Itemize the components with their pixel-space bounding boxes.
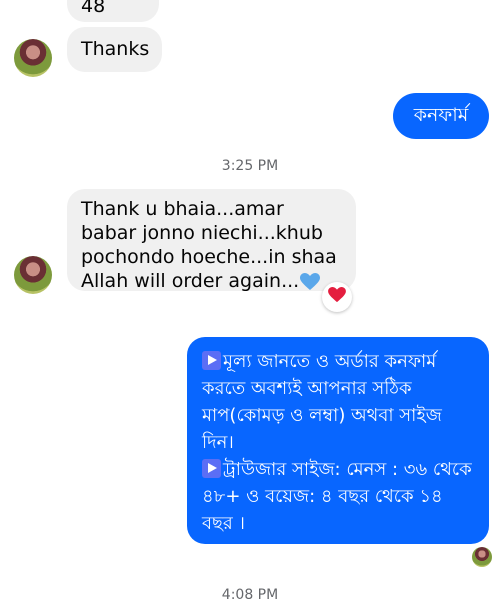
message-bubble-incoming[interactable]: 48 size (67, 0, 159, 22)
message-bubble-outgoing[interactable]: কনফার্ম (393, 93, 489, 139)
red-heart-icon (328, 287, 346, 307)
message-paragraph: মূল্য জানতে ও অর্ডার কনফার্ম করতে অবশ্যই… (202, 348, 479, 456)
message-text: 48 size (81, 0, 118, 22)
timestamp: 4:08 PM (221, 587, 279, 603)
contact-avatar[interactable] (14, 256, 52, 294)
play-button-icon (202, 459, 221, 478)
message-text: Thank u bhaia...amar babar jonno niechi.… (81, 198, 337, 292)
message-text: কনফার্ম (413, 104, 469, 126)
message-text: ট্রাউজার সাইজ: মেনস : ৩৬ থেকে ৪৮+ ও বয়ে… (202, 459, 472, 534)
message-bubble-incoming[interactable]: Thank u bhaia...amar babar jonno niechi.… (67, 189, 356, 292)
contact-avatar[interactable] (14, 39, 52, 77)
message-bubble-incoming[interactable]: Thanks (67, 27, 162, 72)
seen-avatar (472, 547, 492, 567)
message-bubble-outgoing[interactable]: মূল্য জানতে ও অর্ডার কনফার্ম করতে অবশ্যই… (187, 337, 489, 544)
timestamp: 3:25 PM (221, 158, 279, 174)
message-paragraph: ট্রাউজার সাইজ: মেনস : ৩৬ থেকে ৪৮+ ও বয়ে… (202, 456, 479, 537)
play-button-icon (202, 351, 221, 370)
message-text: Thanks (81, 38, 150, 60)
message-text: মূল্য জানতে ও অর্ডার কনফার্ম করতে অবশ্যই… (202, 351, 442, 453)
blue-heart-icon (300, 273, 321, 297)
message-reaction[interactable] (322, 282, 352, 312)
